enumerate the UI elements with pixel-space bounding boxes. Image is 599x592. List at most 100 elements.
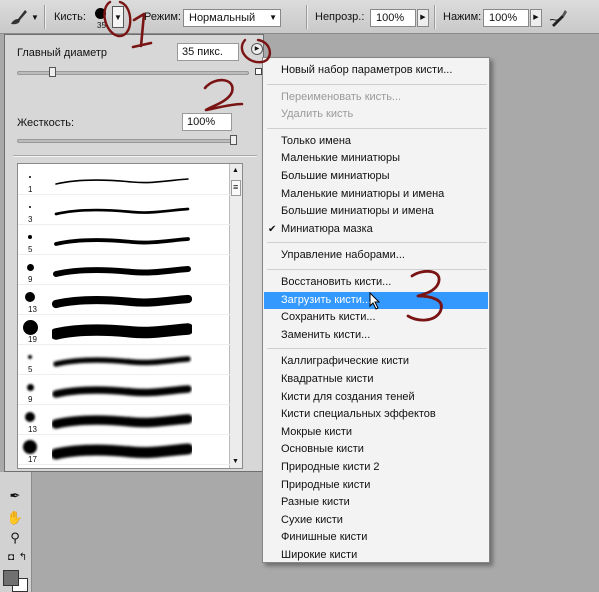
- menu-item-label: Каллиграфические кисти: [281, 355, 410, 368]
- brush-tip-preview: 19: [18, 318, 44, 345]
- scroll-down-icon[interactable]: ▼: [232, 458, 239, 465]
- tool-preset-arrow-icon[interactable]: ▼: [31, 13, 39, 22]
- menu-item-label: Основные кисти: [281, 443, 364, 456]
- menu-item-label: Миниатюра мазка: [281, 222, 373, 235]
- hardness-input[interactable]: 100%: [182, 113, 232, 131]
- opacity-input[interactable]: 100%: [370, 9, 416, 27]
- brush-stroke-preview: [53, 356, 191, 367]
- airbrush-icon[interactable]: [548, 7, 570, 29]
- menu-item[interactable]: Природные кисти 2: [264, 459, 488, 476]
- brush-tip-preview: 17: [18, 438, 44, 465]
- brush-preset-item[interactable]: 17: [18, 438, 230, 465]
- mouse-cursor-icon: [369, 292, 381, 310]
- menu-item-label: Разные кисти: [281, 496, 350, 509]
- diameter-input[interactable]: 35 пикс.: [177, 43, 239, 61]
- brush-tip-preview: 13: [18, 288, 44, 315]
- menu-item[interactable]: Широкие кисти: [264, 547, 488, 564]
- menu-item[interactable]: Новый набор параметров кисти...: [264, 62, 488, 79]
- menu-item-label: Новый набор параметров кисти...: [281, 64, 453, 76]
- flow-label: Нажим:: [443, 11, 482, 23]
- menu-item[interactable]: Маленькие миниатюры: [264, 150, 488, 167]
- panel-menu-button[interactable]: ▶: [251, 43, 263, 55]
- brush-preset-item[interactable]: 9: [18, 378, 230, 405]
- preset-list-scrollbar[interactable]: ▲ ▼: [229, 164, 242, 468]
- menu-item[interactable]: Разные кисти: [264, 494, 488, 511]
- brush-tip-dot: [25, 292, 35, 302]
- brush-preview[interactable]: [95, 8, 106, 19]
- resize-handle-icon[interactable]: [255, 68, 262, 75]
- brush-tool-icon[interactable]: [8, 7, 30, 27]
- menu-item[interactable]: Мокрые кисти: [264, 424, 488, 441]
- menu-item[interactable]: Заменить кисти...: [264, 327, 488, 344]
- brush-picker-panel: Главный диаметр 35 пикс. ▶ Жесткость: 10…: [4, 34, 264, 472]
- menu-item-label: Широкие кисти: [281, 549, 358, 561]
- opacity-slider-button[interactable]: ▶: [417, 9, 429, 27]
- flow-input[interactable]: 100%: [483, 9, 529, 27]
- brush-stroke-preview: [52, 385, 192, 398]
- brush-stroke-preview: [52, 294, 192, 309]
- brush-preset-item[interactable]: 13: [18, 408, 230, 435]
- brush-preset-item[interactable]: 5: [18, 228, 230, 255]
- menu-item[interactable]: Сухие кисти: [264, 512, 488, 529]
- menu-item[interactable]: Основные кисти: [264, 441, 488, 458]
- brush-tip-preview: 3: [18, 198, 44, 225]
- menu-item[interactable]: Кисти для создания теней: [264, 389, 488, 406]
- zoom-tool-icon[interactable]: ⚲: [6, 530, 24, 548]
- scrollbar-thumb[interactable]: [231, 180, 241, 196]
- menu-item-label: Кисти для создания теней: [281, 390, 415, 403]
- menu-item[interactable]: Большие миниатюры: [264, 168, 488, 185]
- brush-preset-item[interactable]: 3: [18, 198, 230, 225]
- brush-size-number: 5: [28, 245, 33, 254]
- menu-item[interactable]: Природные кисти: [264, 477, 488, 494]
- menu-separator: [267, 242, 487, 244]
- brush-stroke-preview: [52, 323, 192, 340]
- foreground-color-swatch[interactable]: [3, 570, 19, 586]
- menu-item-label: Природные кисти: [281, 478, 371, 491]
- menu-item[interactable]: Только имена: [264, 133, 488, 150]
- menu-item[interactable]: Финишные кисти: [264, 529, 488, 546]
- mode-select-value: Нормальный: [189, 12, 256, 24]
- brush-size-number: 5: [28, 365, 33, 374]
- menu-item-label: Мокрые кисти: [281, 425, 353, 438]
- brush-picker-dropdown-button[interactable]: ▼: [112, 6, 124, 28]
- brush-tip-preview: 13: [18, 408, 44, 435]
- menu-item[interactable]: Каллиграфические кисти: [264, 353, 488, 370]
- brush-size-number: 13: [28, 305, 37, 314]
- menu-item[interactable]: Маленькие миниатюры и имена: [264, 186, 488, 203]
- brush-size-number: 9: [28, 395, 33, 404]
- menu-item-label: Маленькие миниатюры и имена: [281, 187, 445, 200]
- brush-preset-item[interactable]: 1: [18, 168, 230, 195]
- tools-panel: ✒ ✋ ⚲ ◘ ↰: [0, 472, 32, 592]
- brush-tip-dot: [22, 319, 38, 335]
- menu-item[interactable]: Квадратные кисти: [264, 371, 488, 388]
- brush-preset-item[interactable]: 13: [18, 288, 230, 315]
- menu-item[interactable]: Сохранить кисти...: [264, 309, 488, 326]
- brush-tip-dot: [25, 412, 35, 422]
- menu-item[interactable]: Управление наборами...: [264, 247, 488, 264]
- hand-tool-icon[interactable]: ✋: [6, 510, 24, 528]
- hardness-slider[interactable]: [17, 139, 235, 143]
- opacity-label: Непрозр.:: [315, 11, 365, 23]
- brush-tip-preview: 5: [18, 228, 44, 255]
- brush-size-number: 1: [28, 185, 33, 194]
- menu-item[interactable]: Большие миниатюры и имена: [264, 203, 488, 220]
- checkmark-icon: ✔: [268, 223, 277, 235]
- mode-label: Режим:: [144, 11, 181, 23]
- flow-slider-button[interactable]: ▶: [530, 9, 542, 27]
- brush-stroke-preview: [53, 266, 191, 277]
- brush-preset-item[interactable]: 5: [18, 348, 230, 375]
- brush-preset-item[interactable]: 9: [18, 258, 230, 285]
- eyedropper-tool-icon[interactable]: ✒: [6, 488, 24, 506]
- scroll-up-icon[interactable]: ▲: [232, 167, 239, 174]
- brush-preset-item[interactable]: 19: [18, 318, 230, 345]
- mode-select[interactable]: Нормальный ▼: [183, 9, 281, 27]
- brush-stroke-preview: [52, 414, 192, 429]
- menu-item[interactable]: Кисти специальных эффектов: [264, 406, 488, 423]
- menu-item[interactable]: Восстановить кисти...: [264, 274, 488, 291]
- menu-item-label: Управление наборами...: [281, 249, 405, 262]
- menu-item[interactable]: ✔ Миниатюра мазка: [264, 221, 488, 238]
- diameter-slider-thumb[interactable]: [48, 67, 56, 77]
- brush-size-label: 35: [97, 21, 106, 30]
- hardness-slider-thumb[interactable]: [230, 135, 237, 145]
- swap-colors-icon[interactable]: ↰: [14, 552, 32, 570]
